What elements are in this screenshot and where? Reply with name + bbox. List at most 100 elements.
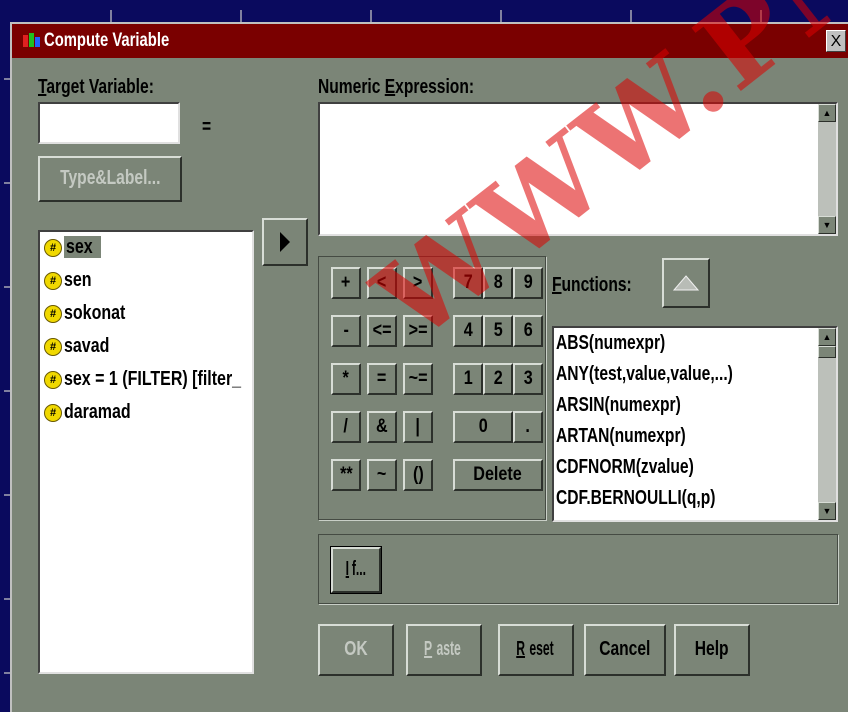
title-bar[interactable]: Compute Variable X bbox=[12, 24, 848, 58]
target-variable-label: Target Variable: bbox=[38, 76, 154, 99]
ruler-tick bbox=[760, 10, 762, 22]
equals-sign: = bbox=[202, 116, 212, 138]
label-accelerator: P bbox=[424, 638, 433, 660]
key-less-than[interactable]: < bbox=[367, 267, 397, 299]
label-accelerator: F bbox=[552, 274, 562, 296]
ruler-tick bbox=[110, 10, 112, 22]
label-accelerator: R bbox=[515, 638, 525, 660]
top-ruler bbox=[0, 0, 848, 22]
scroll-up-icon[interactable]: ▲ bbox=[818, 328, 836, 346]
window-title: Compute Variable bbox=[44, 30, 170, 51]
key-0[interactable]: 0 bbox=[453, 411, 513, 443]
functions-list[interactable]: ABS(numexpr) ANY(test,value,value,...) A… bbox=[552, 326, 838, 522]
insert-function-button[interactable] bbox=[662, 258, 710, 308]
functions-label: Functions: bbox=[552, 274, 632, 297]
help-label: Help bbox=[695, 638, 729, 660]
variable-name: sen bbox=[64, 269, 92, 292]
variable-list[interactable]: # sex # sen # sokonat # savad # sex = 1 (FILT… bbox=[38, 230, 254, 674]
paste-button[interactable]: Paste bbox=[406, 624, 482, 676]
list-item[interactable]: ARSIN(numexpr) bbox=[556, 394, 681, 417]
list-item[interactable]: # sen bbox=[44, 269, 98, 299]
scroll-down-icon[interactable]: ▼ bbox=[818, 216, 836, 234]
left-ruler bbox=[0, 22, 10, 712]
list-item[interactable]: # sokonat bbox=[44, 302, 141, 332]
cancel-button[interactable]: Cancel bbox=[584, 624, 666, 676]
scroll-up-icon[interactable]: ▲ bbox=[818, 104, 836, 122]
up-arrow-icon bbox=[672, 275, 700, 291]
key-greater-than[interactable]: > bbox=[403, 267, 433, 299]
key-decimal[interactable]: . bbox=[513, 411, 543, 443]
key-minus[interactable]: - bbox=[331, 315, 361, 347]
list-item[interactable]: CDFNORM(zvalue) bbox=[556, 456, 694, 479]
scroll-thumb[interactable] bbox=[818, 346, 836, 358]
key-6[interactable]: 6 bbox=[513, 315, 543, 347]
key-9[interactable]: 9 bbox=[513, 267, 543, 299]
numeric-expression-input[interactable]: ▲ ▼ bbox=[318, 102, 838, 236]
label-text: f... bbox=[351, 558, 366, 580]
numeric-variable-icon: # bbox=[44, 238, 62, 257]
scroll-down-icon[interactable]: ▼ bbox=[818, 502, 836, 520]
key-2[interactable]: 2 bbox=[483, 363, 513, 395]
label-text: aste bbox=[437, 638, 462, 660]
label-text: eset bbox=[529, 638, 554, 660]
numeric-variable-icon: # bbox=[44, 370, 62, 389]
label-accelerator: T bbox=[38, 76, 47, 98]
app-icon bbox=[23, 33, 40, 47]
if-panel: If... bbox=[318, 534, 838, 604]
key-and[interactable]: & bbox=[367, 411, 397, 443]
key-greater-equal[interactable]: >= bbox=[403, 315, 433, 347]
ok-button[interactable]: OK bbox=[318, 624, 394, 676]
functions-scrollbar[interactable]: ▲ ▼ bbox=[818, 328, 836, 520]
key-5[interactable]: 5 bbox=[483, 315, 513, 347]
target-variable-input[interactable] bbox=[38, 102, 180, 144]
key-or[interactable]: | bbox=[403, 411, 433, 443]
reset-button[interactable]: Reset bbox=[498, 624, 574, 676]
close-button[interactable]: X bbox=[826, 30, 846, 52]
key-parentheses[interactable]: () bbox=[403, 459, 433, 491]
key-7[interactable]: 7 bbox=[453, 267, 483, 299]
right-arrow-icon bbox=[280, 232, 290, 252]
list-item[interactable]: ABS(numexpr) bbox=[556, 332, 665, 355]
variable-name: sex bbox=[66, 236, 93, 259]
key-multiply[interactable]: * bbox=[331, 363, 361, 395]
label-text: unctions: bbox=[561, 274, 632, 296]
key-equal[interactable]: = bbox=[367, 363, 397, 395]
numeric-variable-icon: # bbox=[44, 271, 62, 290]
variable-name: sex = 1 (FILTER) [filter_ bbox=[64, 368, 242, 391]
key-8[interactable]: 8 bbox=[483, 267, 513, 299]
list-item[interactable]: # sex bbox=[44, 236, 102, 266]
list-item[interactable]: # daramad bbox=[44, 401, 147, 431]
key-less-equal[interactable]: <= bbox=[367, 315, 397, 347]
key-power[interactable]: ** bbox=[331, 459, 361, 491]
list-item[interactable]: CDF.BERNOULLI(q,p) bbox=[556, 487, 715, 510]
key-not-equal[interactable]: ~= bbox=[403, 363, 433, 395]
key-4[interactable]: 4 bbox=[453, 315, 483, 347]
key-divide[interactable]: / bbox=[331, 411, 361, 443]
label-text: arget Variable: bbox=[46, 76, 154, 98]
label-text: Numeric bbox=[318, 76, 385, 98]
list-item[interactable]: # sex = 1 (FILTER) [filter_ bbox=[44, 368, 285, 398]
cancel-label: Cancel bbox=[599, 638, 651, 660]
ruler-tick bbox=[630, 10, 632, 22]
key-plus[interactable]: + bbox=[331, 267, 361, 299]
calculator-keypad: + < > 7 8 9 - <= >= 4 5 6 * = ~= 1 2 3 /… bbox=[318, 256, 546, 520]
list-item[interactable]: ARTAN(numexpr) bbox=[556, 425, 686, 448]
help-button[interactable]: Help bbox=[674, 624, 750, 676]
variable-name: sokonat bbox=[64, 302, 126, 325]
key-3[interactable]: 3 bbox=[513, 363, 543, 395]
ruler-tick bbox=[240, 10, 242, 22]
ruler-tick bbox=[500, 10, 502, 22]
key-delete[interactable]: Delete bbox=[453, 459, 543, 491]
list-item[interactable]: # savad bbox=[44, 335, 121, 365]
type-label-button[interactable]: Type&Label... bbox=[38, 156, 182, 202]
key-1[interactable]: 1 bbox=[453, 363, 483, 395]
numeric-variable-icon: # bbox=[44, 403, 62, 422]
key-not[interactable]: ~ bbox=[367, 459, 397, 491]
list-item[interactable]: ANY(test,value,value,...) bbox=[556, 363, 733, 386]
if-button[interactable]: If... bbox=[330, 546, 382, 594]
expression-scrollbar[interactable]: ▲ ▼ bbox=[818, 104, 836, 234]
label-accelerator: E bbox=[384, 76, 396, 98]
move-to-expression-button[interactable] bbox=[262, 218, 308, 266]
ok-label: OK bbox=[344, 638, 368, 660]
compute-variable-dialog: Compute Variable X Target Variable: = Ty… bbox=[10, 0, 848, 712]
